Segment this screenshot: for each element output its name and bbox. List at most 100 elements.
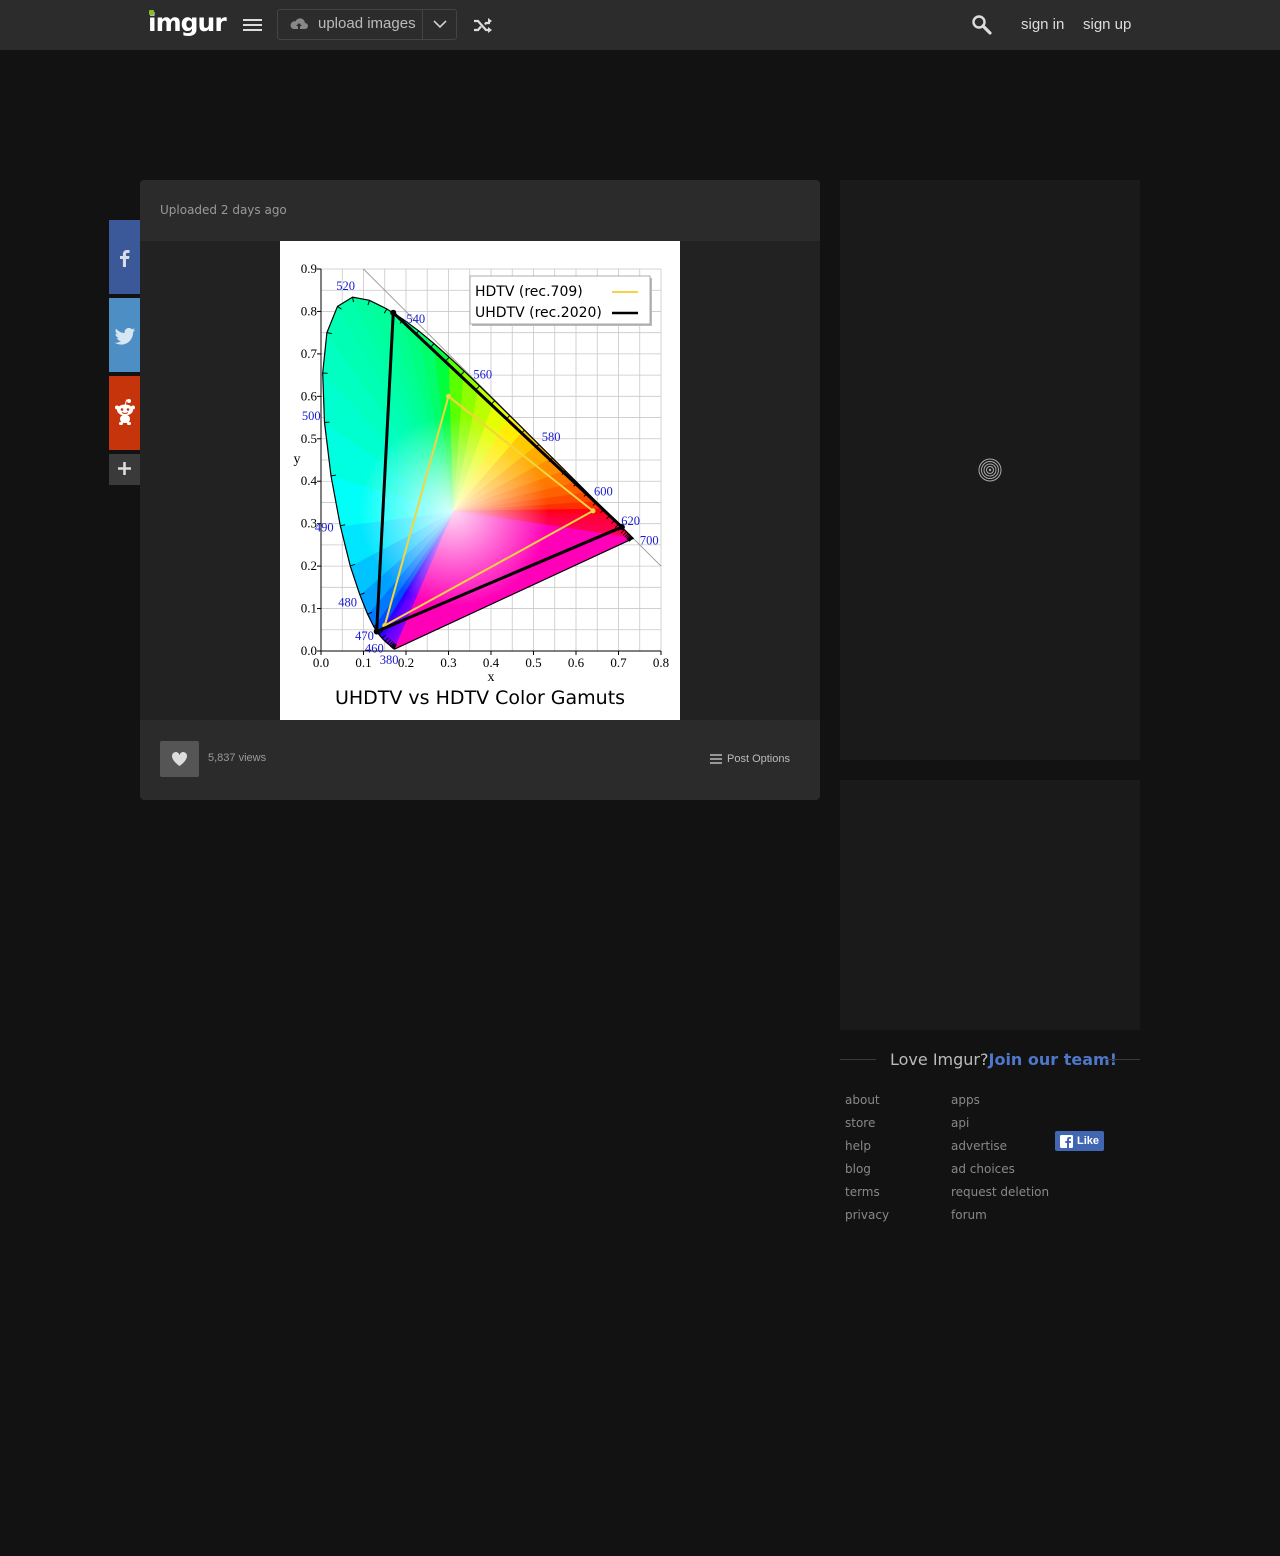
view-count: 5,837 views [208, 752, 267, 764]
footer-link-blog[interactable]: blog [845, 1162, 889, 1185]
upload-dropdown-button[interactable] [422, 10, 457, 39]
footer-link-help[interactable]: help [845, 1139, 889, 1162]
wavelength-label: 460 [365, 642, 384, 656]
footer-link-advertise[interactable]: advertise [951, 1139, 1049, 1162]
loading-spinner-icon [978, 458, 1002, 482]
footer-link-forum[interactable]: forum [951, 1208, 1049, 1231]
upload-images-button[interactable]: upload images [278, 10, 422, 39]
post-card: Uploaded 2 days ago 0.0 0.1 0.2 0.3 0.4 0.5 0.… [140, 180, 820, 800]
chevron-down-icon [433, 20, 447, 29]
logo-dot [149, 10, 154, 15]
footer-link-request-deletion[interactable]: request deletion [951, 1185, 1049, 1208]
upload-button-group: upload images [277, 9, 457, 40]
reddit-icon [115, 399, 135, 425]
logo-text: imgur [148, 8, 227, 37]
y-tick-label: 0.6 [301, 388, 318, 403]
x-axis-label: x [488, 670, 495, 685]
footer-link-api[interactable]: api [951, 1116, 1049, 1139]
y-tick-label: 0.0 [301, 643, 317, 658]
wavelength-label: 600 [594, 484, 613, 498]
facebook-icon [1060, 1135, 1073, 1148]
series-point [590, 508, 596, 514]
legend-label: HDTV (rec.709) [475, 284, 583, 300]
uploaded-label: Uploaded [160, 203, 218, 217]
wavelength-label: 620 [621, 514, 640, 528]
chart-title: UHDTV vs HDTV Color Gamuts [335, 687, 625, 709]
sign-in-link[interactable]: sign in [1021, 16, 1064, 33]
love-imgur-label: Love Imgur? [890, 1050, 989, 1069]
footer-links-col1: about store help blog terms privacy [845, 1093, 889, 1231]
love-imgur-banner: Love Imgur?Join our team! [840, 1050, 1140, 1072]
wavelength-label: 470 [355, 629, 374, 643]
y-tick-label: 0.7 [301, 346, 318, 361]
x-tick-label: 0.8 [653, 655, 669, 670]
x-tick-label: 0.3 [440, 655, 456, 670]
divider-left [840, 1059, 876, 1060]
wavelength-label: 520 [336, 279, 355, 293]
like-label: Like [1077, 1135, 1100, 1147]
sidebar-ad-slot [840, 180, 1140, 760]
x-tick-label: 0.4 [483, 655, 500, 670]
footer-link-ad-choices[interactable]: ad choices [951, 1162, 1049, 1185]
footer-link-about[interactable]: about [845, 1093, 889, 1116]
share-facebook-button[interactable] [109, 220, 140, 294]
post-footer: 5,837 views Post Options [140, 720, 820, 800]
post-image[interactable]: 0.0 0.1 0.2 0.3 0.4 0.5 0.6 0.7 0.8 0.0 0.1 0.2 0.3 0… [280, 241, 680, 720]
x-tick-label: 0.7 [610, 655, 627, 670]
x-tick-label: 0.6 [568, 655, 585, 670]
share-more-button[interactable] [109, 454, 140, 485]
facebook-icon [120, 250, 130, 267]
x-tick-label: 0.2 [398, 655, 414, 670]
post-image-area: 0.0 0.1 0.2 0.3 0.4 0.5 0.6 0.7 0.8 0.0 0.1 0.2 0.3 0… [140, 241, 820, 720]
legend-label: UHDTV (rec.2020) [475, 305, 602, 321]
post-options-label: Post Options [727, 753, 790, 765]
footer-link-store[interactable]: store [845, 1116, 889, 1139]
y-tick-label: 0.5 [301, 431, 317, 446]
wavelength-label: 580 [542, 430, 561, 444]
series-point [446, 393, 451, 399]
x-tick-label: 0.5 [525, 655, 541, 670]
facebook-like-button[interactable]: Like [1055, 1131, 1104, 1151]
wavelength-label: 490 [315, 520, 334, 534]
top-bar: imgur upload images sign in sign up [0, 0, 1280, 50]
footer-link-apps[interactable]: apps [951, 1093, 1049, 1116]
sign-up-link[interactable]: sign up [1083, 16, 1131, 33]
divider-right [1105, 1059, 1140, 1060]
options-menu-icon [710, 754, 722, 764]
footer-links-col2: apps api advertise ad choices request de… [951, 1093, 1049, 1231]
imgur-logo[interactable]: imgur [148, 8, 227, 37]
search-icon[interactable] [971, 14, 993, 36]
chart-legend: HDTV (rec.709) UHDTV (rec.2020) [469, 275, 652, 326]
post-header: Uploaded 2 days ago [140, 180, 820, 241]
join-team-link[interactable]: Join our team! [989, 1050, 1118, 1069]
wavelength-label: 480 [338, 595, 357, 609]
series-point [373, 628, 380, 635]
y-tick-label: 0.2 [301, 558, 317, 573]
sidebar-ad-slot-2 [840, 780, 1140, 1030]
y-tick-label: 0.8 [301, 303, 317, 318]
cie-gamut-chart: 0.0 0.1 0.2 0.3 0.4 0.5 0.6 0.7 0.80.00.10.20.30… [294, 261, 670, 709]
y-tick-label: 0.1 [301, 601, 317, 616]
wavelength-label: 500 [302, 409, 321, 423]
share-twitter-button[interactable] [109, 298, 140, 372]
random-shuffle-icon[interactable] [473, 17, 494, 34]
series-point [390, 309, 397, 316]
x-tick-label: 0.1 [355, 655, 371, 670]
y-tick-label: 0.4 [301, 473, 318, 488]
uploaded-time[interactable]: 2 days ago [221, 203, 287, 217]
y-tick-label: 0.9 [301, 261, 317, 276]
upload-images-label: upload images [318, 15, 416, 32]
twitter-icon [114, 328, 136, 345]
love-imgur-text: Love Imgur?Join our team! [890, 1050, 1117, 1069]
wavelength-label: 700 [640, 533, 659, 547]
wavelength-label: 560 [473, 367, 492, 381]
footer-link-terms[interactable]: terms [845, 1185, 889, 1208]
menu-icon[interactable] [243, 19, 262, 32]
y-axis-label: y [294, 452, 301, 467]
plus-icon [118, 462, 131, 475]
upload-info: Uploaded 2 days ago [160, 203, 287, 217]
post-options-button[interactable]: Post Options [710, 753, 790, 765]
share-reddit-button[interactable] [109, 376, 140, 450]
footer-link-privacy[interactable]: privacy [845, 1208, 889, 1231]
favorite-button[interactable] [160, 741, 199, 777]
